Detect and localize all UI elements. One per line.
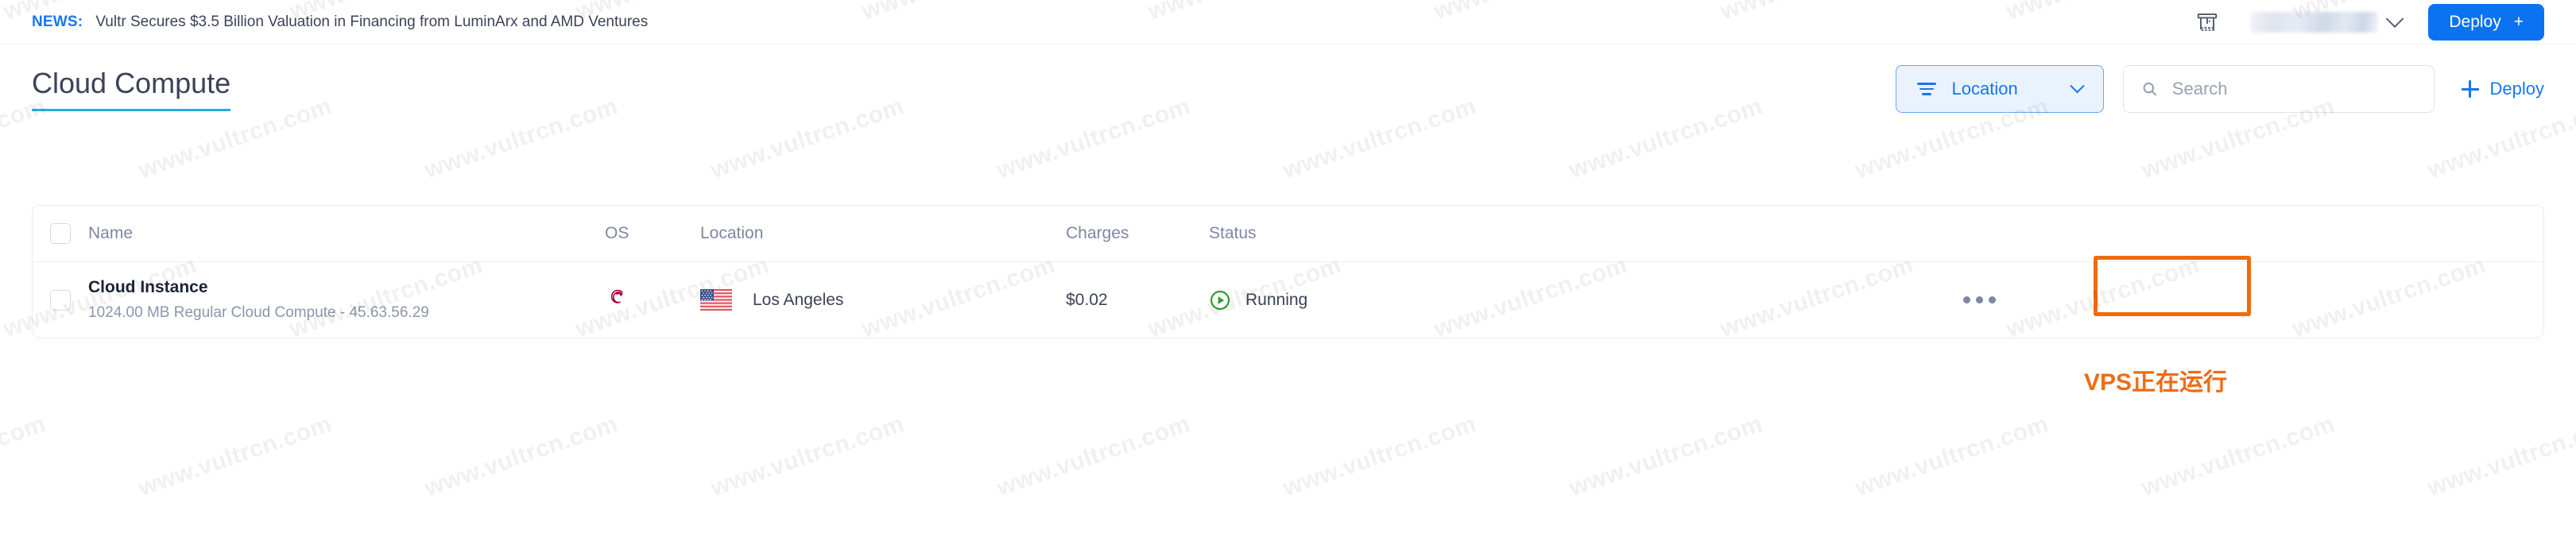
plus-icon [2461, 80, 2479, 98]
column-header-location[interactable]: Location [700, 224, 1066, 243]
watermark-text: www.vultrcn.com [994, 411, 1194, 502]
chevron-down-icon [2386, 9, 2404, 28]
filter-icon [1916, 83, 1936, 95]
watermark-text: www.vultrcn.com [2424, 411, 2576, 502]
account-name-redacted [2250, 11, 2378, 33]
watermark-text: www.vultrcn.com [1852, 411, 2052, 502]
us-flag-icon [700, 289, 732, 311]
row-checkbox[interactable] [50, 289, 71, 311]
status-cell: Running [1209, 289, 1416, 311]
location-value: Los Angeles [753, 290, 844, 309]
row-actions-cell [1416, 296, 2543, 303]
instance-name[interactable]: Cloud Instance [88, 278, 605, 297]
watermark-text: www.vultrcn.com [707, 411, 908, 502]
plus-icon: + [2513, 12, 2524, 31]
more-options-icon[interactable] [1963, 296, 1996, 303]
charges-cell: $0.02 [1066, 291, 1209, 310]
location-cell: Los Angeles [700, 289, 1066, 311]
watermark-text: www.vultrcn.com [0, 411, 49, 502]
deploy-button[interactable]: Deploy + [2428, 3, 2544, 41]
deploy-button-label: Deploy [2449, 12, 2501, 31]
account-menu[interactable] [2250, 9, 2404, 33]
receipt-icon[interactable] [2191, 6, 2223, 38]
instance-subtitle: 1024.00 MB Regular Cloud Compute - 45.63… [88, 304, 429, 321]
column-header-os[interactable]: OS [605, 224, 700, 243]
row-select-cell [33, 289, 88, 311]
charges-value: $0.02 [1066, 290, 1108, 309]
deploy-link-label: Deploy [2489, 79, 2544, 99]
column-header-status[interactable]: Status [1209, 224, 1416, 243]
news-label: NEWS: [32, 13, 83, 30]
play-circle-icon [1210, 290, 1230, 310]
chevron-down-icon [2069, 78, 2085, 93]
header-actions: Deploy + [2191, 3, 2544, 41]
top-header-bar: NEWS: Vultr Secures $3.5 Billion Valuati… [0, 0, 2576, 44]
table-row: Cloud Instance 1024.00 MB Regular Cloud … [33, 261, 2543, 338]
deploy-link[interactable]: Deploy [2461, 79, 2544, 99]
news-headline[interactable]: Vultr Secures $3.5 Billion Valuation in … [95, 14, 648, 31]
watermark-text: www.vultrcn.com [2138, 411, 2338, 502]
debian-logo-icon [610, 289, 623, 303]
watermark-text: www.vultrcn.com [135, 411, 335, 502]
page-title: Cloud Compute [32, 67, 231, 111]
os-cell [605, 284, 700, 315]
watermark-text: www.vultrcn.com [1566, 411, 1766, 502]
instances-table-card: Name OS Location Charges Status Cloud In… [32, 205, 2544, 338]
instance-name-cell: Cloud Instance 1024.00 MB Regular Cloud … [88, 278, 605, 322]
watermark-text: www.vultrcn.com [421, 411, 622, 502]
status-badge: Running [1245, 290, 1308, 309]
location-filter-label: Location [1951, 79, 2018, 99]
select-all-cell [33, 223, 88, 244]
column-header-charges[interactable]: Charges [1066, 224, 1209, 243]
annotation-text: VPS正在运行 [2084, 369, 2228, 396]
toolbar: Location Deploy [1895, 65, 2544, 113]
table-header-row: Name OS Location Charges Status [33, 206, 2543, 261]
location-filter-button[interactable]: Location [1895, 65, 2104, 113]
search-box[interactable] [2122, 65, 2435, 113]
vultr-cloud-compute-page: NEWS: Vultr Secures $3.5 Billion Valuati… [0, 0, 2576, 537]
column-header-name[interactable]: Name [88, 224, 605, 243]
select-all-checkbox[interactable] [50, 223, 71, 244]
search-input[interactable] [2171, 79, 2416, 99]
watermark-text: www.vultrcn.com [1280, 411, 1480, 502]
search-icon [2143, 83, 2156, 96]
page-title-row: Cloud Compute Location Deploy [0, 44, 2576, 133]
